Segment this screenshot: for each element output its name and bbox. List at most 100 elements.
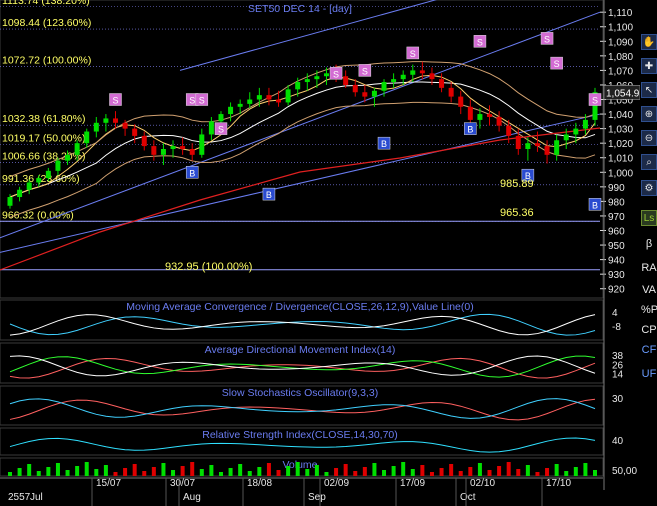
indicator-title-adx: Average Directional Movement Index(14) (205, 344, 396, 356)
volume-bar (429, 472, 434, 476)
signal-label: S (544, 34, 550, 44)
candle-body (371, 90, 377, 97)
signal-label: S (554, 59, 560, 69)
price-axis-label: 940 (608, 256, 625, 267)
signal-label: S (410, 49, 416, 59)
candle-body (218, 114, 224, 122)
price-axis-label: 990 (608, 183, 625, 194)
signal-label: B (592, 200, 598, 210)
volume-bar (228, 468, 233, 476)
indicator-title-stoch: Slow Stochastics Oscillator(9,3,3) (222, 387, 378, 399)
indicator-axis-label: -8 (612, 322, 621, 333)
candle-body (563, 134, 569, 141)
candle-body (467, 106, 473, 120)
price-axis-label: 1,090 (608, 37, 633, 48)
zoom-in-icon[interactable]: ⊕ (641, 106, 657, 122)
side-tool-va[interactable]: VA (641, 284, 657, 296)
volume-bar (161, 463, 166, 476)
volume-bar (583, 463, 588, 476)
settings-icon[interactable]: ⚙ (641, 180, 657, 196)
candle-body (122, 122, 128, 129)
side-tool-cf[interactable]: CF (641, 344, 657, 356)
volume-bar (266, 463, 271, 476)
signal-label: S (189, 96, 195, 106)
volume-bar (420, 465, 425, 476)
price-axis-label: 920 (608, 285, 625, 296)
volume-bar (487, 470, 492, 476)
candle-body (151, 146, 157, 155)
volume-bar (113, 472, 118, 476)
indicator-axis-label: 14 (612, 370, 624, 381)
candle-body (276, 99, 282, 103)
candle-body (343, 76, 349, 85)
signal-label: S (333, 69, 339, 79)
indicator-title-rsi: Relative Strength Index(CLOSE,14,30,70) (202, 429, 398, 441)
price-axis-label: 1,070 (608, 66, 633, 77)
volume-bar (401, 462, 406, 476)
chart-canvas: 1,1101,1001,0901,0801,0701,0601,0501,040… (0, 0, 640, 506)
volume-bar (525, 465, 530, 476)
candle-body (352, 84, 358, 93)
candle-body (112, 118, 118, 123)
volume-bar (123, 468, 128, 476)
price-axis-label: 1,020 (608, 139, 633, 150)
side-tool-beta[interactable]: β (641, 238, 657, 250)
candle-body (525, 143, 531, 149)
candle-body (132, 128, 138, 136)
zoom-out-icon[interactable]: ⊖ (641, 130, 657, 146)
candle-body (7, 197, 13, 206)
volume-bar (27, 464, 32, 476)
candle-body (410, 70, 416, 75)
price-annotation-label: 985.89 (500, 178, 534, 190)
volume-bar (295, 462, 300, 476)
fib-label: 966.32 (0.00%) (2, 209, 74, 221)
candle-body (141, 135, 147, 147)
crosshair-tool-button[interactable]: ✚ (641, 58, 657, 74)
signal-label: S (362, 66, 368, 76)
pan-tool-button[interactable]: ✋ (641, 34, 657, 50)
candle-body (160, 149, 166, 155)
pointer-tool-button[interactable]: ↖ (641, 82, 657, 98)
candle-body (103, 118, 109, 123)
signal-label: S (477, 37, 483, 47)
candle-body (534, 143, 540, 147)
side-tool-percent-p[interactable]: %P (641, 304, 657, 316)
volume-bar (199, 469, 204, 476)
candle-body (487, 114, 493, 117)
candle-body (285, 89, 291, 103)
chart-title: SET50 DEC 14 - [day] (248, 3, 352, 15)
candle-body (84, 131, 90, 144)
candle-body (295, 82, 301, 90)
volume-bar (324, 472, 329, 476)
candle-body (458, 96, 464, 107)
x-axis-first-label: Jul (30, 492, 43, 503)
last-price-label: 1,054.9 (606, 88, 640, 99)
candle-body (544, 146, 550, 155)
side-tool-uf[interactable]: UF (641, 368, 657, 380)
indicator-axis-label: 40 (612, 436, 624, 447)
price-axis-label: 1,000 (608, 168, 633, 179)
fib-label: 1019.17 (50.00%) (2, 132, 85, 144)
candle-body (429, 73, 435, 80)
volume-bar (362, 467, 367, 476)
volume-bar (247, 471, 252, 476)
candle-body (74, 143, 80, 155)
zoom-fit-icon[interactable]: ⌕ (641, 154, 657, 170)
volume-bar (75, 466, 80, 476)
volume-bar (314, 465, 319, 476)
price-axis-label: 930 (608, 270, 625, 281)
signal-label: S (218, 125, 224, 135)
side-tool-ra[interactable]: RA (641, 262, 657, 274)
volume-bar (353, 471, 358, 476)
x-axis-label: Aug (183, 492, 201, 503)
volume-bar (46, 467, 51, 476)
signal-label: S (592, 96, 598, 106)
side-tool-cp[interactable]: CP (641, 324, 657, 336)
candle-body (314, 76, 320, 80)
candle-body (93, 122, 99, 132)
side-tool-ls[interactable]: Ls (641, 210, 657, 226)
signal-label: B (381, 139, 387, 149)
volume-bar (190, 462, 195, 476)
candle-body (582, 119, 588, 129)
volume-bar (372, 463, 377, 476)
